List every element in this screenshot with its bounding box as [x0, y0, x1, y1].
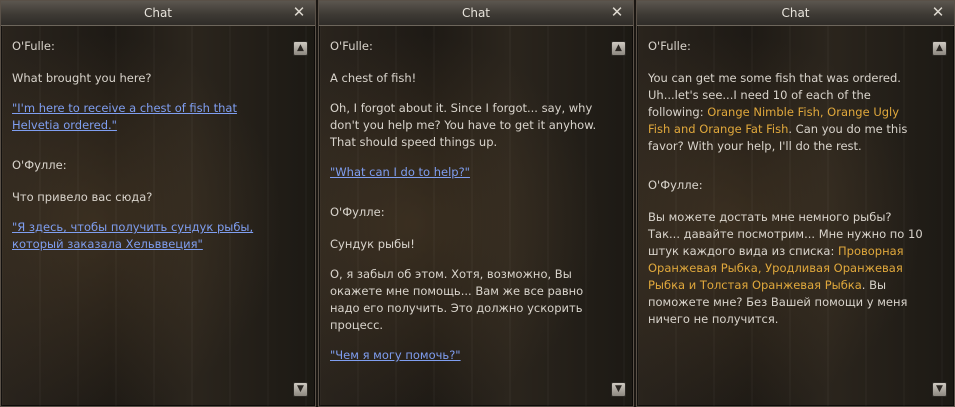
- scroll-up-arrow-icon[interactable]: ▲: [293, 41, 308, 56]
- chat-window-3: Chat ✕ O'Fulle: You can get me some fish…: [636, 0, 955, 407]
- speaker-name: O'Fulle:: [12, 39, 55, 53]
- npc-dialog-text: Oh, I forgot about it. Since I forgot...…: [330, 101, 597, 149]
- scroll-up-arrow-icon[interactable]: ▲: [611, 41, 626, 56]
- chat-window-1: Chat ✕ O'Fulle: What brought you here? "…: [0, 0, 316, 407]
- npc-dialog-text: A chest of fish!: [330, 71, 417, 85]
- chat-window-title: Chat: [781, 6, 810, 20]
- dialog-option-link[interactable]: "Чем я могу помочь?": [330, 347, 603, 364]
- chat-window-titlebar[interactable]: Chat ✕: [319, 1, 633, 26]
- npc-dialog-text: Вы можете достать мне немного рыбы? Так.…: [648, 209, 924, 328]
- speaker-name: О'Фулле:: [12, 158, 67, 172]
- chat-window-titlebar[interactable]: Chat ✕: [1, 1, 315, 26]
- npc-dialog-text: Что привело вас сюда?: [12, 190, 153, 204]
- close-icon[interactable]: ✕: [930, 3, 946, 21]
- scroll-down-arrow-icon[interactable]: ▼: [932, 382, 947, 397]
- close-icon[interactable]: ✕: [291, 3, 307, 21]
- dialog-content: O'Fulle: You can get me some fish that w…: [648, 38, 924, 341]
- chat-window-2: Chat ✕ O'Fulle: A chest of fish! Oh, I f…: [318, 0, 634, 407]
- speaker-name: О'Фулле:: [648, 178, 703, 192]
- close-icon[interactable]: ✕: [609, 3, 625, 21]
- chat-window-title: Chat: [461, 6, 491, 20]
- speaker-name: O'Fulle:: [330, 39, 373, 53]
- dialog-content: O'Fulle: A chest of fish! Oh, I forgot a…: [330, 38, 603, 377]
- scroll-up-arrow-icon[interactable]: ▲: [932, 41, 947, 56]
- speaker-name: О'Фулле:: [330, 205, 385, 219]
- dialog-content: O'Fulle: What brought you here? "I'm her…: [12, 38, 285, 266]
- dialog-option-link[interactable]: "Я здесь, чтобы получить сундук рыбы, ко…: [12, 219, 285, 253]
- scroll-down-arrow-icon[interactable]: ▼: [293, 382, 308, 397]
- dialog-option-link[interactable]: "What can I do to help?": [330, 164, 603, 181]
- npc-dialog-text: О, я забыл об этом. Хотя, возможно, Вы о…: [330, 267, 584, 332]
- chat-window-titlebar[interactable]: Chat ✕: [637, 1, 954, 26]
- npc-dialog-text: What brought you here?: [12, 71, 152, 85]
- scroll-down-arrow-icon[interactable]: ▼: [611, 382, 626, 397]
- dialog-option-link[interactable]: "I'm here to receive a chest of fish tha…: [12, 100, 285, 134]
- npc-dialog-text: Сундук рыбы!: [330, 237, 415, 251]
- speaker-name: O'Fulle:: [648, 39, 691, 53]
- chat-window-title: Chat: [143, 6, 173, 20]
- npc-dialog-text: You can get me some fish that was ordere…: [648, 70, 924, 155]
